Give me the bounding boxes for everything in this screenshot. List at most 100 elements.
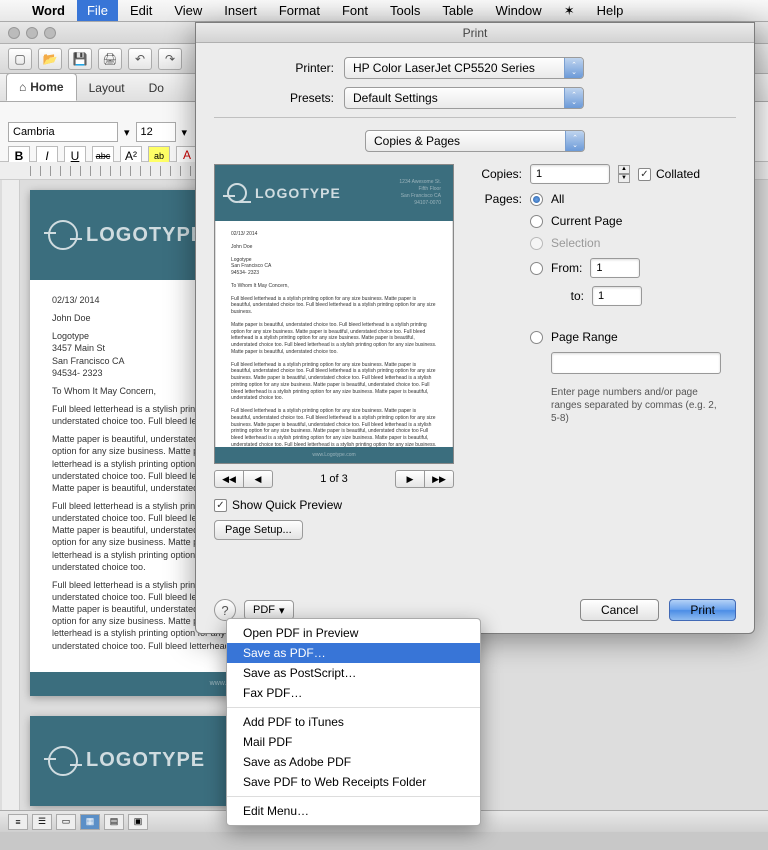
radio-selection: [530, 237, 543, 250]
from-input[interactable]: [590, 258, 640, 278]
page-range-label: Page Range: [551, 330, 618, 344]
print-settings: Copies: ▲▼ ✓Collated Pages: All Current …: [472, 164, 736, 540]
printer-label: Printer:: [214, 61, 334, 75]
chevron-down-icon: ▼: [618, 174, 630, 183]
pdf-menu-save-as-pdf[interactable]: Save as PDF…: [227, 643, 480, 663]
menu-separator: [227, 707, 480, 708]
copies-label: Copies:: [472, 167, 522, 181]
pdf-menu-mail[interactable]: Mail PDF: [227, 732, 480, 752]
pdf-menu-fax[interactable]: Fax PDF…: [227, 683, 480, 703]
pdf-menu-adobe[interactable]: Save as Adobe PDF: [227, 752, 480, 772]
tb-undo-icon[interactable]: ↶: [128, 48, 152, 70]
pdf-menu-receipts[interactable]: Save PDF to Web Receipts Folder: [227, 772, 480, 792]
tb-redo-icon[interactable]: ↷: [158, 48, 182, 70]
tab-layout[interactable]: Layout: [77, 75, 137, 101]
vertical-ruler[interactable]: [2, 180, 20, 810]
menu-view[interactable]: View: [164, 0, 212, 21]
view-outline-icon[interactable]: ☰: [32, 814, 52, 830]
cancel-button[interactable]: Cancel: [580, 599, 659, 621]
chevron-down-icon: ▾: [279, 604, 285, 617]
tb-print-icon[interactable]: 🖨: [98, 48, 122, 70]
print-button[interactable]: Print: [669, 599, 736, 621]
menu-file[interactable]: File: [77, 0, 118, 21]
tb-open-icon[interactable]: 📂: [38, 48, 62, 70]
font-select-arrow-icon[interactable]: ▾: [124, 126, 130, 139]
page-range-hint: Enter page numbers and/or page ranges se…: [551, 386, 721, 425]
home-icon: ⌂: [19, 80, 26, 94]
pages-to-label: to:: [551, 289, 584, 303]
radio-page-range[interactable]: [530, 331, 543, 344]
view-publish-icon[interactable]: ▭: [56, 814, 76, 830]
page-range-input[interactable]: [551, 352, 721, 374]
preview-pane: LOGOTYPE 1234 Awesome St. Fifth Floor Sa…: [214, 164, 454, 540]
menu-app[interactable]: Word: [22, 0, 75, 21]
pages-from-label: From:: [551, 261, 582, 275]
logo-text: LOGOTYPE: [255, 185, 341, 201]
check-icon: ✓: [638, 168, 651, 181]
font-family-select[interactable]: Cambria: [8, 122, 118, 142]
pages-selection-label: Selection: [551, 236, 600, 250]
minimize-dot[interactable]: [26, 27, 38, 39]
view-print-icon[interactable]: ▦: [80, 814, 100, 830]
pdf-menu-open-preview[interactable]: Open PDF in Preview: [227, 623, 480, 643]
view-draft-icon[interactable]: ≡: [8, 814, 28, 830]
menu-format[interactable]: Format: [269, 0, 330, 21]
menu-font[interactable]: Font: [332, 0, 378, 21]
tab-doc[interactable]: Do: [137, 75, 176, 101]
to-input[interactable]: [592, 286, 642, 306]
menu-separator: [227, 796, 480, 797]
radio-all[interactable]: [530, 193, 543, 206]
presets-label: Presets:: [214, 91, 334, 105]
menu-table[interactable]: Table: [432, 0, 483, 21]
menu-script-icon[interactable]: ✶: [554, 0, 585, 22]
menu-help[interactable]: Help: [587, 0, 634, 21]
pdf-menu-save-postscript[interactable]: Save as PostScript…: [227, 663, 480, 683]
font-size-arrow-icon[interactable]: ▾: [182, 126, 188, 139]
prev-page-button[interactable]: ◀: [243, 470, 273, 488]
menu-insert[interactable]: Insert: [214, 0, 267, 21]
pdf-menu: Open PDF in Preview Save as PDF… Save as…: [226, 618, 481, 826]
last-page-button[interactable]: ▶▶: [424, 470, 454, 488]
menubar: Word File Edit View Insert Format Font T…: [0, 0, 768, 22]
menu-window[interactable]: Window: [485, 0, 551, 21]
next-page-button[interactable]: ▶: [395, 470, 425, 488]
check-icon: ✓: [214, 499, 227, 512]
pages-current-label: Current Page: [551, 214, 622, 228]
dialog-title: Print: [196, 23, 754, 43]
copies-input[interactable]: [530, 164, 610, 184]
logo-icon: [227, 183, 247, 203]
first-page-button[interactable]: ◀◀: [214, 470, 244, 488]
close-dot[interactable]: [8, 27, 20, 39]
pdf-dropdown-button[interactable]: PDF▾: [244, 600, 294, 620]
logo-icon: [48, 220, 78, 250]
view-notebook-icon[interactable]: ▤: [104, 814, 124, 830]
menu-edit[interactable]: Edit: [120, 0, 162, 21]
presets-select[interactable]: Default Settings: [344, 87, 584, 109]
menu-tools[interactable]: Tools: [380, 0, 430, 21]
tab-home[interactable]: ⌂Home: [6, 73, 77, 101]
pages-label: Pages:: [472, 192, 522, 206]
font-size-select[interactable]: 12: [136, 122, 176, 142]
radio-from[interactable]: [530, 262, 543, 275]
tb-save-icon[interactable]: 💾: [68, 48, 92, 70]
show-preview-checkbox[interactable]: ✓ Show Quick Preview: [214, 498, 342, 512]
chevron-up-icon: ▲: [618, 165, 630, 174]
page-setup-button[interactable]: Page Setup...: [214, 520, 303, 540]
zoom-dot[interactable]: [44, 27, 56, 39]
pages-all-label: All: [551, 192, 564, 206]
print-dialog: Print Printer: HP Color LaserJet CP5520 …: [195, 22, 755, 634]
logo-text: LOGOTYPE: [86, 749, 205, 772]
logo-icon: [48, 746, 78, 776]
section-select[interactable]: Copies & Pages: [365, 130, 585, 152]
view-focus-icon[interactable]: ▣: [128, 814, 148, 830]
collated-checkbox[interactable]: ✓Collated: [638, 167, 700, 181]
logo-text: LOGOTYPE: [86, 224, 205, 247]
pdf-menu-edit[interactable]: Edit Menu…: [227, 801, 480, 821]
page-indicator: 1 of 3: [320, 473, 348, 485]
pdf-menu-itunes[interactable]: Add PDF to iTunes: [227, 712, 480, 732]
tb-new-icon[interactable]: ▢: [8, 48, 32, 70]
radio-current[interactable]: [530, 215, 543, 228]
preview-thumbnail: LOGOTYPE 1234 Awesome St. Fifth Floor Sa…: [214, 164, 454, 464]
printer-select[interactable]: HP Color LaserJet CP5520 Series: [344, 57, 584, 79]
copies-stepper[interactable]: ▲▼: [618, 165, 630, 183]
